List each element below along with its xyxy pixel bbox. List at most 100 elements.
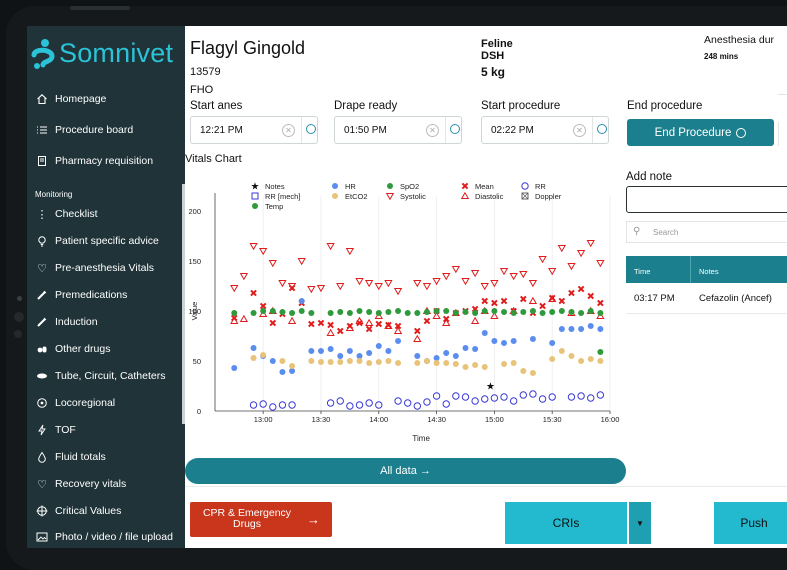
- sidebar-item-tof[interactable]: TOF: [35, 423, 76, 437]
- data-point: [568, 326, 575, 332]
- all-data-button[interactable]: All data →: [185, 458, 626, 484]
- sidebar-item-checklist[interactable]: ⋮ Checklist: [35, 207, 98, 221]
- series-etco2: [250, 348, 604, 376]
- sidebar-item-recovery-vitals[interactable]: ♡ Recovery vitals: [35, 477, 126, 491]
- data-point: [423, 309, 430, 315]
- cris-dropdown-button[interactable]: ▼: [629, 502, 651, 544]
- clear-icon[interactable]: ✕: [282, 124, 295, 137]
- series-rr: [249, 390, 605, 411]
- patient-id: 13579: [190, 66, 221, 78]
- legend-label: HR: [345, 182, 356, 191]
- end-procedure-button[interactable]: End Procedure: [627, 119, 774, 146]
- logo[interactable]: Somnivet: [31, 38, 173, 69]
- data-point: [567, 393, 576, 401]
- data-point: [279, 309, 286, 315]
- cpr-button-label: CPR & Emergency Drugs: [202, 507, 292, 530]
- sidebar-item-homepage[interactable]: Homepage: [35, 92, 106, 106]
- data-point: [317, 359, 324, 365]
- data-point: [510, 338, 517, 344]
- data-point: [471, 397, 479, 405]
- sidebar-item-photo-video-file-upload[interactable]: Photo / video / file upload: [35, 530, 173, 544]
- data-point: [549, 356, 556, 362]
- cpr-emergency-drugs-button[interactable]: CPR & Emergency Drugs →: [190, 502, 332, 537]
- data-point: [577, 285, 585, 293]
- data-point: [346, 402, 354, 410]
- tablet-camera: [17, 296, 22, 301]
- legend-label: EtCO2: [345, 192, 368, 201]
- push-button[interactable]: Push: [714, 502, 787, 544]
- start-anes-label: Start anes: [190, 100, 243, 112]
- sidebar-item-pre-anesthesia-vitals[interactable]: ♡ Pre-anesthesia Vitals: [35, 261, 154, 275]
- sidebar-item-pharmacy-requisition[interactable]: Pharmacy requisition: [35, 154, 153, 168]
- sidebar-item-label: Recovery vitals: [55, 478, 127, 490]
- clock-icon[interactable]: [306, 124, 316, 134]
- data-point: [558, 348, 565, 354]
- data-point: [268, 260, 277, 268]
- data-point: [327, 359, 334, 365]
- data-point: [481, 308, 488, 314]
- sidebar-item-tube-circuit-catheters[interactable]: Tube, Circuit, Catheters: [35, 369, 166, 383]
- data-point: [337, 359, 344, 365]
- divider: [690, 256, 691, 283]
- sidebar-item-patient-specific-advice[interactable]: Patient specific advice: [35, 234, 159, 248]
- data-point: [327, 310, 334, 316]
- data-point: [364, 318, 374, 326]
- data-point: [403, 399, 412, 407]
- data-point: [269, 319, 277, 327]
- cris-button[interactable]: CRIs: [505, 502, 627, 544]
- data-point: [413, 402, 422, 410]
- start-procedure-field[interactable]: 02:22 PM ✕: [481, 116, 609, 144]
- start-procedure-label: Start procedure: [481, 100, 561, 112]
- arrow-right-icon: →: [307, 512, 320, 527]
- data-point: [597, 310, 604, 316]
- clear-icon[interactable]: ✕: [426, 124, 439, 137]
- notes-search[interactable]: ⚲ Search: [626, 221, 787, 243]
- series-notes: ★: [486, 382, 495, 393]
- anesthesia-duration-value: 248 mins: [704, 52, 739, 61]
- note-input[interactable]: [626, 186, 787, 213]
- tube-icon: [35, 369, 49, 383]
- data-point: [461, 393, 470, 401]
- data-point: [587, 323, 594, 329]
- sidebar-item-other-drugs[interactable]: Other drugs: [35, 342, 110, 356]
- legend-marker: ★: [251, 182, 260, 193]
- sidebar-item-premedications[interactable]: Premedications: [35, 288, 127, 302]
- data-point: [558, 308, 565, 314]
- clock-icon[interactable]: [597, 124, 607, 134]
- data-point: [470, 316, 480, 324]
- data-point: [452, 392, 460, 400]
- data-point: [501, 309, 508, 315]
- data-point: [596, 260, 605, 268]
- start-anes-field[interactable]: 12:21 PM ✕: [190, 116, 318, 144]
- sidebar-item-fluid-totals[interactable]: Fluid totals: [35, 450, 106, 464]
- data-point: [394, 397, 402, 405]
- clock-icon[interactable]: [450, 124, 460, 134]
- vitals-chart[interactable]: 05010015020013:00 13:30 14:00 14:30 15:00 15:…: [185, 173, 625, 455]
- sidebar-item-induction[interactable]: Induction: [35, 315, 98, 329]
- sidebar-item-critical-values[interactable]: Critical Values: [35, 504, 121, 518]
- data-point: [239, 314, 249, 322]
- data-point: [539, 310, 546, 316]
- home-icon: [35, 92, 49, 106]
- data-point: [470, 270, 480, 278]
- action-bar: CPR & Emergency Drugs → CRIs ▼ Push: [185, 486, 787, 548]
- y-axis-label: Value: [190, 302, 199, 321]
- data-point: [528, 280, 538, 288]
- data-point: [317, 348, 324, 354]
- data-point: [366, 360, 373, 366]
- data-point: [307, 286, 316, 294]
- data-point: [472, 310, 479, 316]
- data-point: [597, 326, 604, 332]
- data-point: [510, 360, 517, 366]
- sidebar-item-locoregional[interactable]: Locoregional: [35, 396, 115, 410]
- table-row[interactable]: 03:17 PM Cefazolin (Ancef): [626, 283, 787, 314]
- data-point: [443, 308, 450, 314]
- caret-down-icon: ▼: [636, 518, 644, 528]
- clear-icon[interactable]: ✕: [573, 124, 586, 137]
- data-point: [366, 350, 373, 356]
- data-point: [327, 346, 334, 352]
- drape-ready-field[interactable]: 01:50 PM ✕: [334, 116, 462, 144]
- data-point: [462, 364, 469, 370]
- sidebar-item-procedure-board[interactable]: Procedure board: [35, 123, 133, 137]
- procedure-name: FHO: [190, 84, 214, 96]
